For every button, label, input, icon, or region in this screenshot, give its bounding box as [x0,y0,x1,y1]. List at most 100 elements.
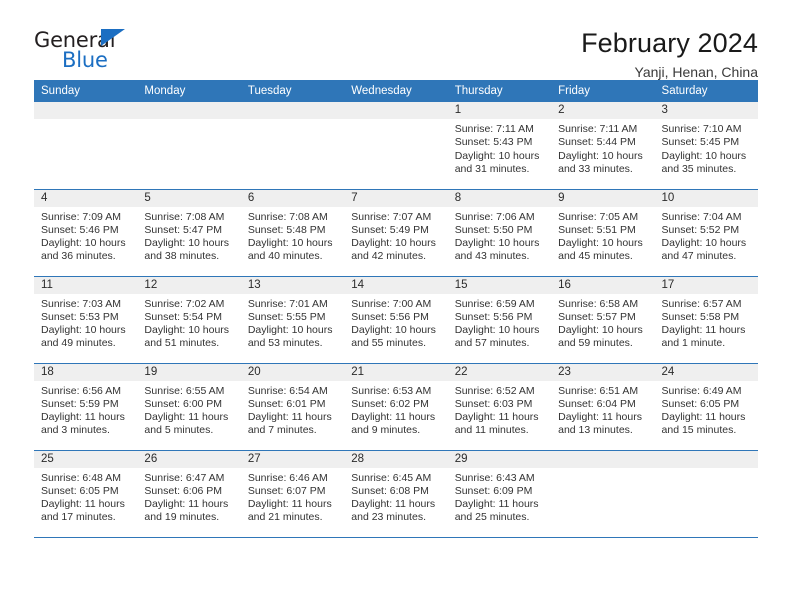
calendar-day-cell[interactable]: 7 Sunrise: 7:07 AM Sunset: 5:49 PM Daylight… [344,189,448,277]
day-number: 11 [34,276,138,294]
day-number: 17 [654,276,758,294]
calendar-day-cell[interactable]: 28 Sunrise: 6:45 AM Sunset: 6:08 PM Dayligh… [344,450,448,538]
daylight-duration-line1: Daylight: 10 hours [661,149,747,162]
sunset-time: Sunset: 5:55 PM [247,310,326,323]
daylight-duration-line1: Daylight: 10 hours [661,237,747,250]
calendar-day-cell[interactable]: 29 Sunrise: 6:43 AM Sunset: 6:09 PM Dayligh… [447,450,552,538]
sunrise-time: Sunrise: 6:52 AM [454,384,535,397]
sunset-time: Sunset: 5:52 PM [661,223,740,236]
calendar-day-cell[interactable]: 20 Sunrise: 6:54 AM Sunset: 6:01 PM Dayligh… [240,363,345,451]
day-number: 23 [551,363,655,381]
day-number: 26 [137,450,241,468]
calendar-day-cell-empty [344,102,448,190]
calendar-day-cell[interactable]: 13 Sunrise: 7:01 AM Sunset: 5:55 PM Dayligh… [240,276,345,364]
calendar-day-cell[interactable]: 8 Sunrise: 7:06 AM Sunset: 5:50 PM Daylight… [447,189,552,277]
day-details: Sunrise: 6:52 AM Sunset: 6:03 PM Daylight:… [448,381,551,438]
sunset-time: Sunset: 5:45 PM [661,136,740,149]
general-blue-logo[interactable]: General Blue [34,28,149,74]
day-number: 13 [240,276,345,294]
day-details: Sunrise: 7:10 AM Sunset: 5:45 PM Daylight:… [655,119,758,176]
day-number: 27 [240,450,345,468]
calendar-day-cell-empty [34,102,138,190]
sunset-time: Sunset: 5:51 PM [558,223,636,236]
calendar-day-cell[interactable]: 3 Sunrise: 7:10 AM Sunset: 5:45 PM Daylight… [654,102,758,190]
sunrise-time: Sunrise: 7:02 AM [144,297,225,310]
calendar-day-cell[interactable]: 27 Sunrise: 6:46 AM Sunset: 6:07 PM Dayligh… [240,450,345,538]
sunrise-time: Sunrise: 6:56 AM [41,384,121,397]
day-number [344,102,448,119]
sunset-time: Sunset: 6:06 PM [144,484,223,497]
daylight-duration-line1: Daylight: 11 hours [351,411,436,424]
calendar-day-cell[interactable]: 11 Sunrise: 7:03 AM Sunset: 5:53 PM Dayligh… [34,276,138,364]
daylight-duration-line2: and 21 minutes. [247,511,323,524]
weekday-header-friday: Friday [551,80,655,102]
logo-triangle-icon [101,29,125,46]
calendar-day-cell[interactable]: 24 Sunrise: 6:49 AM Sunset: 6:05 PM Dayligh… [654,363,758,451]
day-number [551,450,655,468]
day-number: 28 [344,450,448,468]
day-details: Sunrise: 6:55 AM Sunset: 6:00 PM Daylight:… [137,381,240,438]
day-number: 19 [137,363,241,381]
day-details: Sunrise: 7:05 AM Sunset: 5:51 PM Daylight:… [551,207,654,264]
daylight-duration-line1: Daylight: 11 hours [454,498,539,511]
calendar-day-cell[interactable]: 12 Sunrise: 7:02 AM Sunset: 5:54 PM Dayligh… [137,276,241,364]
daylight-duration-line2: and 49 minutes. [41,337,116,350]
sunrise-time: Sunrise: 6:59 AM [454,297,535,310]
calendar-day-cell[interactable]: 16 Sunrise: 6:58 AM Sunset: 5:57 PM Dayligh… [551,276,655,364]
calendar-day-cell[interactable]: 22 Sunrise: 6:52 AM Sunset: 6:03 PM Dayligh… [447,363,552,451]
calendar-day-cell[interactable]: 25 Sunrise: 6:48 AM Sunset: 6:05 PM Dayligh… [34,450,138,538]
day-details: Sunrise: 6:46 AM Sunset: 6:07 PM Daylight:… [241,468,344,525]
day-number: 21 [344,363,448,381]
daylight-duration-line1: Daylight: 10 hours [41,237,126,250]
weekday-header-row: Sunday Monday Tuesday Wednesday Thursday Frid… [34,80,758,102]
calendar-day-cell[interactable]: 6 Sunrise: 7:08 AM Sunset: 5:48 PM Daylight… [240,189,345,277]
day-number: 12 [137,276,241,294]
day-number: 2 [551,102,655,119]
calendar-week-row: 4 Sunrise: 7:09 AM Sunset: 5:46 PM Daylight… [34,189,758,277]
daylight-duration-line1: Daylight: 10 hours [351,237,436,250]
calendar-day-cell[interactable]: 26 Sunrise: 6:47 AM Sunset: 6:06 PM Dayligh… [137,450,241,538]
calendar-day-cell[interactable]: 15 Sunrise: 6:59 AM Sunset: 5:56 PM Dayligh… [447,276,552,364]
day-details: Sunrise: 6:56 AM Sunset: 5:59 PM Daylight:… [34,381,137,438]
sunrise-time: Sunrise: 7:01 AM [247,297,328,310]
daylight-duration-line2: and 45 minutes. [558,250,633,263]
calendar-day-cell[interactable]: 21 Sunrise: 6:53 AM Sunset: 6:02 PM Dayligh… [344,363,448,451]
title-block: February 2024 Yanji, Henan, China [581,28,758,81]
calendar-day-cell[interactable]: 10 Sunrise: 7:04 AM Sunset: 5:52 PM Dayligh… [654,189,758,277]
daylight-duration-line2: and 17 minutes. [41,511,116,524]
day-details: Sunrise: 7:04 AM Sunset: 5:52 PM Daylight:… [655,207,758,264]
day-details: Sunrise: 7:06 AM Sunset: 5:50 PM Daylight:… [448,207,551,264]
day-details: Sunrise: 6:58 AM Sunset: 5:57 PM Daylight:… [551,294,654,351]
day-details: Sunrise: 6:48 AM Sunset: 6:05 PM Daylight:… [34,468,137,525]
calendar-day-cell[interactable]: 17 Sunrise: 6:57 AM Sunset: 5:58 PM Dayligh… [654,276,758,364]
calendar-day-cell[interactable]: 23 Sunrise: 6:51 AM Sunset: 6:04 PM Dayligh… [551,363,655,451]
daylight-duration-line2: and 35 minutes. [661,162,737,175]
sunset-time: Sunset: 5:56 PM [351,310,429,323]
calendar-page: General Blue February 2024 Yanji, Henan,… [0,0,792,612]
daylight-duration-line1: Daylight: 11 hours [661,411,746,424]
daylight-duration-line1: Daylight: 11 hours [144,411,229,424]
day-details: Sunrise: 6:43 AM Sunset: 6:09 PM Daylight:… [448,468,551,525]
day-details: Sunrise: 6:54 AM Sunset: 6:01 PM Daylight:… [241,381,344,438]
daylight-duration-line2: and 38 minutes. [144,250,220,263]
daylight-duration-line2: and 43 minutes. [454,250,530,263]
sunset-time: Sunset: 6:08 PM [351,484,429,497]
calendar-day-cell[interactable]: 9 Sunrise: 7:05 AM Sunset: 5:51 PM Daylight… [551,189,655,277]
calendar-day-cell[interactable]: 4 Sunrise: 7:09 AM Sunset: 5:46 PM Daylight… [34,189,138,277]
calendar-day-cell[interactable]: 18 Sunrise: 6:56 AM Sunset: 5:59 PM Dayligh… [34,363,138,451]
calendar-day-cell[interactable]: 19 Sunrise: 6:55 AM Sunset: 6:00 PM Dayligh… [137,363,241,451]
sunrise-time: Sunrise: 7:00 AM [351,297,432,310]
sunset-time: Sunset: 6:01 PM [247,397,326,410]
day-number: 5 [137,189,241,207]
day-number: 4 [34,189,138,207]
daylight-duration-line1: Daylight: 11 hours [558,411,642,424]
calendar-day-cell-empty [240,102,345,190]
calendar-week-row: 1 Sunrise: 7:11 AM Sunset: 5:43 PM Daylight… [34,102,758,190]
page-header: General Blue February 2024 Yanji, Henan,… [34,0,758,80]
day-details: Sunrise: 7:01 AM Sunset: 5:55 PM Daylight:… [241,294,344,351]
daylight-duration-line1: Daylight: 10 hours [558,237,643,250]
calendar-day-cell[interactable]: 1 Sunrise: 7:11 AM Sunset: 5:43 PM Daylight… [447,102,552,190]
calendar-day-cell[interactable]: 5 Sunrise: 7:08 AM Sunset: 5:47 PM Daylight… [137,189,241,277]
calendar-day-cell[interactable]: 2 Sunrise: 7:11 AM Sunset: 5:44 PM Daylight… [551,102,655,190]
calendar-day-cell[interactable]: 14 Sunrise: 7:00 AM Sunset: 5:56 PM Dayligh… [344,276,448,364]
